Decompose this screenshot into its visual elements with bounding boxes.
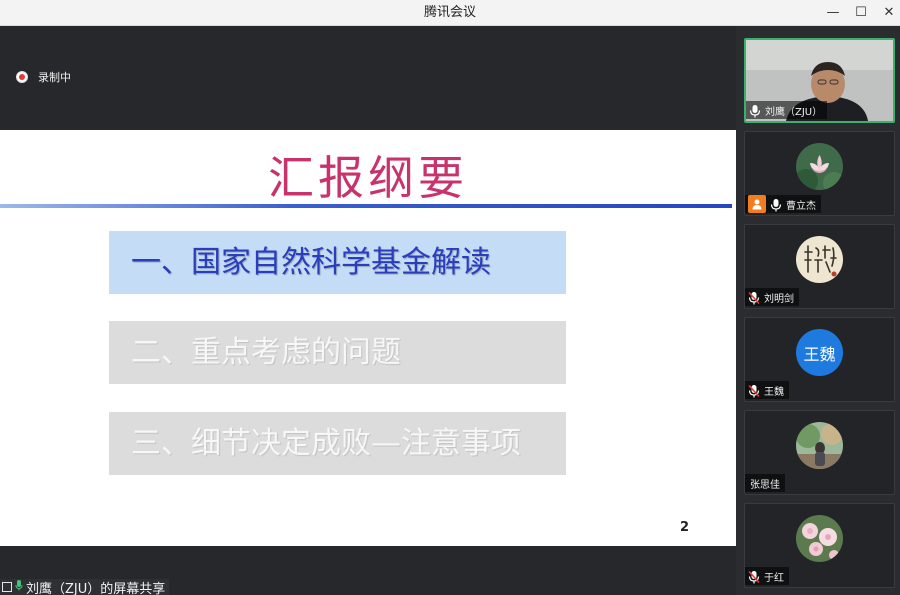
shared-screen-stage: 录制中 汇报纲要 一、国家自然科学基金解读 二、重点考虑的问题 三、细节决定成败…	[0, 26, 736, 595]
record-dot-icon	[16, 71, 28, 83]
mic-on-icon	[749, 103, 761, 118]
avatar-initials: 王魏	[803, 344, 836, 364]
participant-avatar	[796, 422, 843, 469]
participant-name-bar: 王魏	[745, 381, 789, 399]
mic-muted-icon	[748, 569, 760, 584]
participant-avatar	[796, 515, 843, 562]
participant-avatar	[796, 143, 843, 190]
slide-page-number: 2	[680, 520, 690, 535]
participant-name: 于红	[764, 572, 784, 584]
participant-tile[interactable]: 曹立杰	[744, 131, 895, 216]
participant-tile[interactable]: 刘明剑	[744, 224, 895, 309]
participant-name: 张思佳	[750, 479, 780, 491]
slide-divider	[0, 204, 732, 208]
window-title: 腾讯会议	[423, 5, 476, 20]
participant-avatar: 王魏	[796, 329, 843, 376]
minimize-button[interactable]: —	[818, 0, 848, 26]
participant-tile[interactable]: 张思佳	[744, 410, 895, 495]
mic-muted-icon	[748, 290, 760, 305]
host-badge-icon	[748, 195, 766, 213]
mic-muted-icon	[748, 383, 760, 398]
presentation-slide: 汇报纲要 一、国家自然科学基金解读 二、重点考虑的问题 三、细节决定成败—注意事…	[0, 130, 736, 546]
participant-name-bar: 刘明剑	[745, 288, 799, 306]
window-title-bar: 腾讯会议 — ☐ ✕	[0, 0, 900, 26]
participant-name: 王魏	[764, 386, 784, 398]
participant-avatar	[796, 236, 843, 283]
participant-tile[interactable]: 王魏 王魏	[744, 317, 895, 402]
participant-name-bar: 张思佳	[745, 474, 785, 492]
outline-item-1: 一、国家自然科学基金解读	[109, 231, 566, 294]
mic-on-icon	[770, 197, 782, 212]
participant-tile[interactable]: 于红	[744, 503, 895, 588]
maximize-button[interactable]: ☐	[846, 0, 876, 26]
screen-share-owner: 刘鹰（ZJU）的屏幕共享	[26, 581, 166, 595]
outline-item-3: 三、细节决定成败—注意事项	[109, 412, 566, 475]
participant-name: 曹立杰	[786, 200, 816, 212]
participant-name-bar: 刘鹰（ZJU）	[746, 101, 828, 119]
participant-name: 刘明剑	[764, 293, 794, 305]
participant-sidebar: 刘鹰（ZJU） 曹立杰 刘明剑 王魏 王魏 张思佳 于红	[736, 26, 900, 595]
participant-name-bar: 曹立杰	[745, 195, 821, 213]
outline-item-2: 二、重点考虑的问题	[109, 321, 566, 384]
close-button[interactable]: ✕	[874, 0, 900, 26]
participant-tile[interactable]: 刘鹰（ZJU）	[744, 38, 895, 123]
participant-name-bar: 于红	[745, 567, 789, 585]
screen-share-label: 刘鹰（ZJU）的屏幕共享	[0, 579, 170, 595]
screen-share-icon	[2, 582, 12, 592]
participant-name: 刘鹰（ZJU）	[765, 106, 823, 118]
slide-title: 汇报纲要	[268, 151, 468, 205]
recording-indicator[interactable]: 录制中	[16, 70, 71, 84]
mic-on-icon	[15, 580, 23, 594]
recording-label: 录制中	[38, 71, 71, 84]
